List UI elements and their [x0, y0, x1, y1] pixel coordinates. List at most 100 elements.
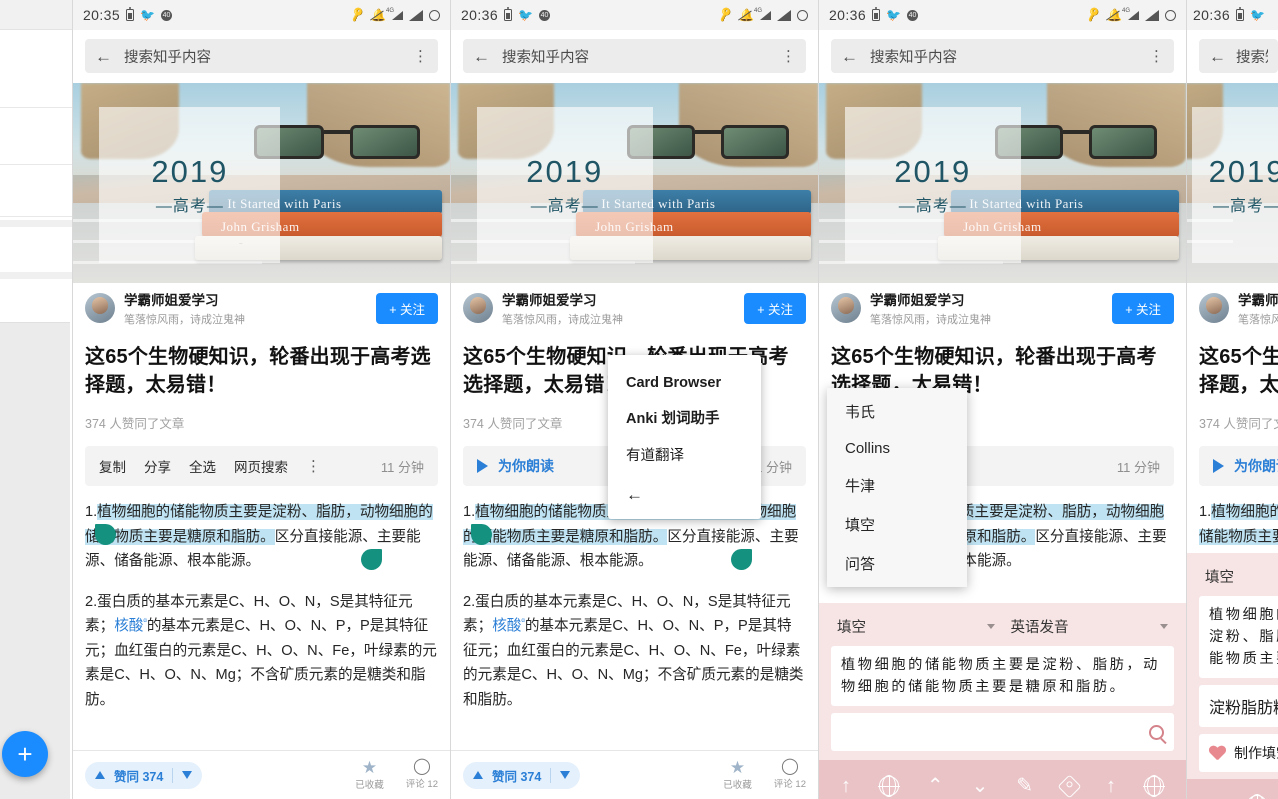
- hero-year: 2019: [151, 154, 229, 189]
- back-icon[interactable]: ←: [1209, 48, 1226, 65]
- sync-icon: [1165, 9, 1176, 21]
- signal-icon-1: 4G: [386, 8, 403, 20]
- globe-icon[interactable]: [1143, 775, 1165, 797]
- article-body-2[interactable]: 2.蛋白质的基本元素是C、H、O、N，S是其特征元素；核酸ᵅ的基本元素是C、H、…: [85, 590, 438, 713]
- search-input[interactable]: 搜索知乎内容: [870, 46, 1137, 67]
- arrow-up-icon[interactable]: ↑: [1203, 795, 1213, 799]
- menu-back-icon[interactable]: ←: [608, 473, 761, 511]
- menu-item-anki-helper[interactable]: Anki 划词助手: [608, 399, 761, 436]
- upvote-icon[interactable]: [473, 771, 483, 779]
- follow-button[interactable]: + 关注: [744, 292, 806, 324]
- selection-handle-start[interactable]: [471, 524, 492, 545]
- search-input[interactable]: 搜索知乎内容: [124, 46, 401, 67]
- search-bar-1[interactable]: ← 搜索知乎内容 ⋮: [85, 39, 438, 73]
- anki-search-field[interactable]: [831, 713, 1174, 751]
- back-icon[interactable]: ←: [473, 48, 490, 65]
- upvote-group[interactable]: 赞同 374: [463, 761, 581, 789]
- globe-icon[interactable]: [878, 775, 900, 797]
- bird-icon: 🐦: [518, 8, 533, 22]
- dropdown-item-oxford[interactable]: 牛津: [827, 466, 967, 505]
- web-search-action[interactable]: 网页搜索: [234, 456, 288, 476]
- voice-select[interactable]: 英语发音: [1005, 613, 1175, 640]
- article-body-1[interactable]: 1.植物细胞的储能物质主要是淀粉、脂肪，动物细胞的储能物质主要是糖原和脂肪。: [1199, 500, 1278, 549]
- author-name[interactable]: 学霸师姐爱学习: [870, 289, 1103, 309]
- selection-handle-end[interactable]: [731, 549, 752, 570]
- back-icon[interactable]: ←: [841, 48, 858, 65]
- add-fab-button[interactable]: +: [2, 731, 48, 777]
- play-icon[interactable]: [1213, 459, 1224, 473]
- dropdown-item-qa[interactable]: 问答: [827, 544, 967, 583]
- dropdown-item-cloze[interactable]: 填空: [827, 505, 967, 544]
- author-name[interactable]: 学霸师姐爱学习: [502, 289, 735, 309]
- read-aloud-bar[interactable]: 为你朗读 11 分钟: [1199, 446, 1278, 486]
- play-icon[interactable]: [477, 459, 488, 473]
- chevron-up-icon[interactable]: ⌃: [927, 776, 944, 796]
- anki-make-cloze-row[interactable]: 制作填空: [1199, 734, 1278, 772]
- chevron-down-icon[interactable]: [986, 624, 995, 629]
- anki-field-text[interactable]: 植物细胞的储能物质主要是淀粉、脂肪，动物细胞的储能物质主要是糖原和脂肪。: [1199, 596, 1278, 678]
- avatar[interactable]: [85, 293, 115, 323]
- background-list-item[interactable]: [0, 167, 72, 217]
- comment-button[interactable]: ◯ 评论 12: [774, 759, 806, 791]
- anki-field-text[interactable]: 植物细胞的储能物质主要是淀粉、脂肪，动物细胞的储能物质主要是糖原和脂肪。: [831, 646, 1174, 706]
- article-body-2[interactable]: 2.蛋白质的基本元素是C、H、O、N，S是其特征元素；核酸ᵅ的基本元素是C、H、…: [463, 590, 806, 713]
- comment-button[interactable]: ◯ 评论 12: [406, 759, 438, 791]
- pencil-icon[interactable]: ✎: [1016, 776, 1033, 796]
- overflow-menu-icon[interactable]: ⋮: [413, 49, 428, 64]
- card-type-select[interactable]: 填空: [1199, 563, 1278, 590]
- search-bar-4[interactable]: ← 搜索知: [1199, 39, 1278, 73]
- overflow-menu-icon[interactable]: ⋮: [1149, 49, 1164, 64]
- globe-icon[interactable]: [1247, 794, 1267, 799]
- anki-preview-card[interactable]: 淀粉脂肪糖: [1199, 685, 1278, 727]
- chevron-down-icon[interactable]: [1160, 624, 1168, 629]
- author-row-3: 学霸师姐爱学习 笔落惊风雨，诗成泣鬼神 + 关注: [819, 283, 1186, 333]
- search-input[interactable]: 搜索知乎内容: [502, 46, 769, 67]
- dropdown-item-webster[interactable]: 韦氏: [827, 392, 967, 431]
- overflow-menu-icon[interactable]: ⋮: [781, 49, 796, 64]
- article-body-1[interactable]: 1.植物细胞的储能物质主要是淀粉、脂肪，动物细胞的储能物质主要是糖原和脂肪。区分…: [85, 500, 438, 574]
- avatar[interactable]: [1199, 293, 1229, 323]
- author-bio: 笔落惊风雨，诗成泣鬼神: [502, 314, 623, 326]
- search-bar-2[interactable]: ← 搜索知乎内容 ⋮: [463, 39, 806, 73]
- keyword-link[interactable]: 核酸: [114, 618, 143, 634]
- arrow-up-icon[interactable]: ↑: [1106, 776, 1116, 796]
- para1-number: 1.: [85, 504, 98, 520]
- search-icon[interactable]: [1149, 724, 1164, 740]
- favorite-button[interactable]: ★ 已收藏: [723, 759, 752, 791]
- share-action[interactable]: 分享: [144, 456, 171, 476]
- follow-button[interactable]: + 关注: [376, 292, 438, 324]
- tag-icon[interactable]: [1057, 773, 1082, 799]
- arrow-up-icon[interactable]: ↑: [841, 776, 851, 796]
- signal-icon-2: [777, 9, 791, 21]
- menu-item-card-browser[interactable]: Card Browser: [608, 367, 761, 399]
- search-input[interactable]: 搜索知: [1236, 46, 1268, 67]
- avatar[interactable]: [463, 293, 493, 323]
- keyword-link[interactable]: 核酸: [492, 618, 521, 634]
- copy-action[interactable]: 复制: [99, 456, 126, 476]
- menu-item-youdao-translate[interactable]: 有道翻译: [608, 436, 761, 473]
- chevron-down-icon[interactable]: ⌄: [972, 776, 989, 796]
- text-selection-toolbar[interactable]: 复制 分享 全选 网页搜索 ⋮ 11 分钟: [85, 446, 438, 486]
- upvote-group[interactable]: 赞同 374: [85, 761, 203, 789]
- dropdown-item-collins[interactable]: Collins: [827, 431, 967, 466]
- context-menu[interactable]: Card Browser Anki 划词助手 有道翻译 ←: [608, 355, 761, 519]
- author-name[interactable]: 学霸师姐爱学习: [124, 289, 367, 309]
- downvote-icon[interactable]: [182, 771, 193, 779]
- author-name[interactable]: 学霸师姐爱学习: [1238, 289, 1278, 309]
- downvote-icon[interactable]: [560, 771, 571, 779]
- favorite-button[interactable]: ★ 已收藏: [355, 759, 384, 791]
- card-type-select[interactable]: 填空: [831, 613, 1001, 640]
- selection-handle-end[interactable]: [361, 549, 382, 570]
- follow-button[interactable]: + 关注: [1112, 292, 1174, 324]
- dictionary-dropdown[interactable]: 韦氏 Collins 牛津 填空 问答: [827, 388, 967, 587]
- back-icon[interactable]: ←: [95, 48, 112, 65]
- select-all-action[interactable]: 全选: [189, 456, 216, 476]
- selection-handle-start[interactable]: [95, 524, 116, 545]
- upvote-icon[interactable]: [95, 771, 105, 779]
- anki-toolbar-4: ↑: [1187, 779, 1278, 799]
- selection-more-icon[interactable]: ⋮: [306, 459, 321, 474]
- avatar[interactable]: [831, 293, 861, 323]
- background-list-item[interactable]: [0, 110, 72, 165]
- search-bar-3[interactable]: ← 搜索知乎内容 ⋮: [831, 39, 1174, 73]
- background-list-item[interactable]: [0, 48, 72, 108]
